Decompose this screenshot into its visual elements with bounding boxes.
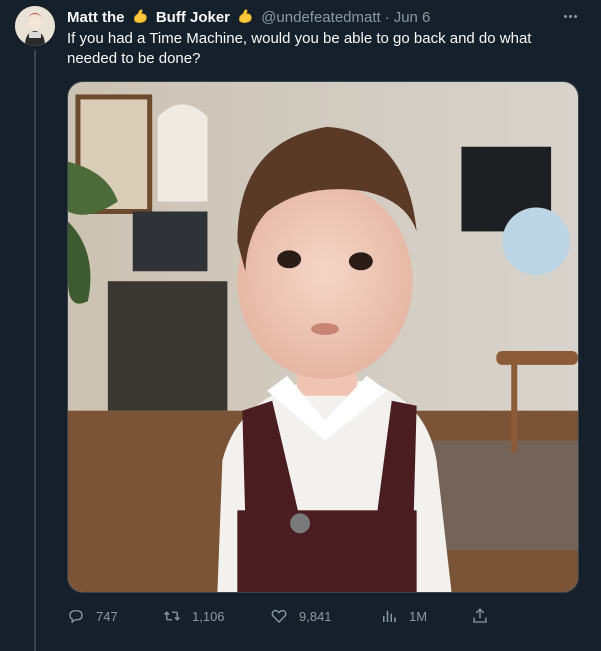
tweet-media-photo[interactable] xyxy=(67,81,579,593)
flexed-biceps-icon xyxy=(239,9,252,24)
author-name[interactable]: Matt the Buff Joker xyxy=(67,8,257,26)
retweet-icon xyxy=(164,611,180,621)
avatar[interactable] xyxy=(15,6,55,46)
retweet-button[interactable]: 1,106 xyxy=(163,605,225,627)
tweet-actions: 747 1,106 9,841 1M xyxy=(67,605,497,627)
reply-button[interactable]: 747 xyxy=(67,605,118,627)
like-button[interactable]: 9,841 xyxy=(270,605,332,627)
avatar-image xyxy=(15,6,55,46)
heart-icon xyxy=(271,609,287,623)
share-button[interactable] xyxy=(471,605,489,627)
share-icon xyxy=(473,608,487,623)
like-count: 9,841 xyxy=(299,608,332,624)
reply-icon xyxy=(69,610,83,624)
retweet-count: 1,106 xyxy=(192,608,225,624)
thread-connector-line xyxy=(34,50,36,651)
analytics-icon xyxy=(383,610,396,622)
photo-image xyxy=(68,82,578,592)
tweet-date[interactable]: Jun 6 xyxy=(394,9,431,26)
tweet-header: Matt the Buff Joker @undefeatedmatt · Ju… xyxy=(67,7,581,27)
views-button[interactable]: 1M xyxy=(380,605,427,627)
views-count: 1M xyxy=(409,608,428,624)
flexed-biceps-icon xyxy=(133,9,147,24)
author-handle[interactable]: @undefeatedmatt xyxy=(261,9,380,26)
tweet-text: If you had a Time Machine, would you be … xyxy=(67,30,532,67)
author-name-part1: Matt the xyxy=(67,9,125,26)
reply-count: 747 xyxy=(96,608,118,624)
separator-dot: · xyxy=(384,8,390,26)
more-options-icon[interactable] xyxy=(559,6,581,26)
author-name-part2: Buff Joker xyxy=(155,9,231,26)
